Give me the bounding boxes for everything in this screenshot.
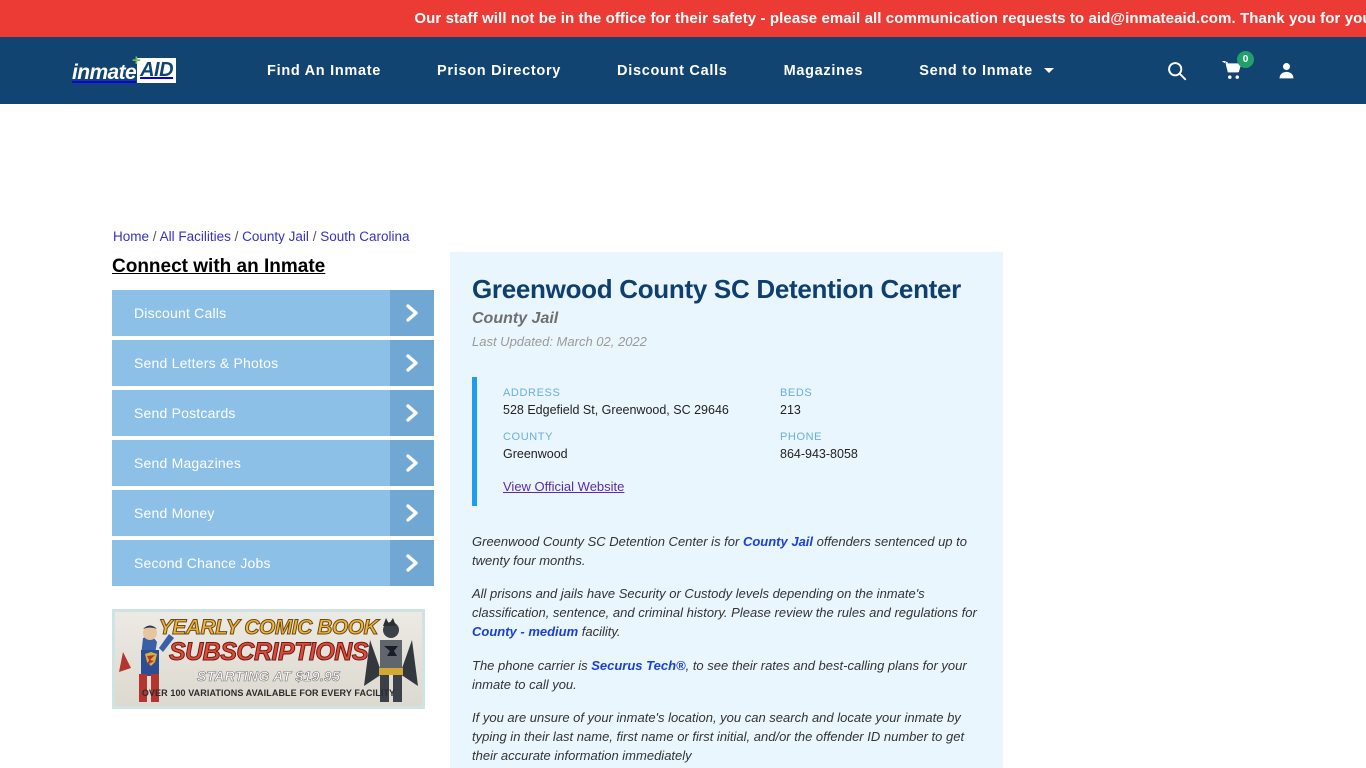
view-official-website-link[interactable]: View Official Website (503, 479, 624, 494)
chevron-right-icon (390, 290, 434, 336)
description-paragraph-4: If you are unsure of your inmate's locat… (472, 709, 965, 763)
description-paragraph-2: All prisons and jails have Security or C… (472, 584, 983, 641)
sidebar: Connect with an Inmate Discount Calls Se… (112, 256, 434, 586)
chevron-right-icon (390, 340, 434, 386)
comic-book-subscription-ad[interactable]: YEARLY COMIC BOOK SUBSCRIPTIONS STARTING… (112, 609, 425, 709)
phone-field: PHONE 864-943-8058 (780, 431, 983, 461)
facility-description: Greenwood County SC Detention Center is … (472, 532, 983, 765)
logo-word: inmate (72, 61, 137, 84)
nav-item-magazines[interactable]: Magazines (756, 63, 892, 79)
search-icon[interactable] (1166, 60, 1187, 81)
breadcrumb-item-south-carolina[interactable]: South Carolina (320, 229, 409, 244)
site-logo[interactable]: inmate AID + (72, 53, 177, 84)
desc-p2-part-b: facility. (578, 624, 621, 640)
nav-item-send-to-inmate[interactable]: Send to Inmate (891, 63, 1081, 79)
description-paragraph-1: Greenwood County SC Detention Center is … (472, 532, 983, 570)
chevron-right-icon (390, 540, 434, 586)
nav-icon-group: 0 (1166, 51, 1296, 81)
sidebar-title: Connect with an Inmate (112, 256, 326, 277)
sidebar-item-label: Send Magazines (134, 455, 242, 471)
breadcrumb-separator: / (312, 229, 317, 244)
county-value: Greenwood (503, 447, 568, 461)
address-value: 528 Edgefield St, Greenwood, SC 29646 (503, 403, 729, 417)
last-updated-text: Last Updated: March 02, 2022 (472, 334, 647, 349)
facility-details-block: ADDRESS 528 Edgefield St, Greenwood, SC … (472, 377, 983, 506)
address-label: ADDRESS (503, 387, 561, 399)
sidebar-item-label: Send Postcards (134, 405, 236, 421)
desc-p2-part-a: All prisons and jails have Security or C… (472, 586, 977, 621)
county-field: COUNTY Greenwood (503, 431, 780, 461)
logo-aid-box: AID (137, 58, 177, 83)
facility-type-label: County Jail (472, 310, 559, 327)
sidebar-item-label: Discount Calls (134, 305, 227, 321)
alert-banner-text: Our staff will not be in the office for … (414, 10, 1366, 27)
beds-field: BEDS 213 (780, 387, 983, 417)
nav-item-prison-directory[interactable]: Prison Directory (409, 63, 589, 79)
facility-info-card: Greenwood County SC Detention Center Cou… (450, 252, 1003, 768)
site-alert-banner: Our staff will not be in the office for … (0, 0, 1366, 37)
sidebar-item-send-letters-photos[interactable]: Send Letters & Photos (112, 340, 434, 386)
sidebar-item-second-chance-jobs[interactable]: Second Chance Jobs (112, 540, 434, 586)
sidebar-item-label: Second Chance Jobs (134, 555, 271, 571)
sidebar-item-label: Send Letters & Photos (134, 355, 279, 371)
chevron-down-icon (1043, 68, 1054, 74)
sidebar-item-send-magazines[interactable]: Send Magazines (112, 440, 434, 486)
nav-item-send-to-inmate-label: Send to Inmate (919, 62, 1033, 79)
ad-price-line: STARTING AT $19.95 (196, 668, 341, 685)
ad-headline-line2: SUBSCRIPTIONS (168, 638, 369, 667)
cart-count-badge: 0 (1237, 51, 1254, 68)
securus-tech-link[interactable]: Securus Tech® (591, 658, 685, 673)
page-content: Home / All Facilities / County Jail / So… (0, 104, 1366, 768)
description-paragraph-3: The phone carrier is Securus Tech®, to s… (472, 656, 983, 694)
user-account-icon[interactable] (1277, 60, 1296, 81)
county-jail-link[interactable]: County Jail (743, 534, 813, 549)
page-title: Greenwood County SC Detention Center (472, 274, 962, 304)
beds-label: BEDS (780, 387, 813, 399)
phone-value: 864-943-8058 (780, 447, 858, 461)
nav-item-discount-calls[interactable]: Discount Calls (589, 63, 756, 79)
ad-headline-line1: YEARLY COMIC BOOK (158, 616, 379, 640)
ad-subtext-line: OVER 100 VARIATIONS AVAILABLE FOR EVERY … (141, 688, 396, 698)
beds-value: 213 (780, 403, 801, 417)
phone-label: PHONE (780, 431, 823, 443)
breadcrumb-separator: / (152, 229, 157, 244)
breadcrumb-separator: / (234, 229, 239, 244)
sidebar-item-send-money[interactable]: Send Money (112, 490, 434, 536)
nav-item-find-an-inmate[interactable]: Find An Inmate (239, 63, 409, 79)
logo-plus-icon: + (132, 52, 141, 69)
breadcrumb: Home / All Facilities / County Jail / So… (113, 229, 410, 244)
chevron-right-icon (390, 390, 434, 436)
desc-p3-part-a: The phone carrier is (472, 657, 592, 673)
sidebar-item-send-postcards[interactable]: Send Postcards (112, 390, 434, 436)
sidebar-item-discount-calls[interactable]: Discount Calls (112, 290, 434, 336)
shopping-cart-icon[interactable]: 0 (1221, 51, 1254, 81)
desc-p1-part-a: Greenwood County SC Detention Center is … (472, 534, 743, 549)
top-navigation-bar: inmate AID + Find An Inmate Prison Direc… (0, 37, 1366, 104)
breadcrumb-item-county-jail[interactable]: County Jail (242, 229, 309, 244)
sidebar-item-label: Send Money (134, 505, 215, 521)
breadcrumb-item-home[interactable]: Home (113, 229, 149, 244)
chevron-right-icon (390, 440, 434, 486)
county-medium-link[interactable]: County - medium (472, 624, 578, 639)
county-label: COUNTY (503, 431, 554, 443)
chevron-right-icon (390, 490, 434, 536)
breadcrumb-item-all-facilities[interactable]: All Facilities (160, 229, 231, 244)
address-field: ADDRESS 528 Edgefield St, Greenwood, SC … (503, 387, 780, 417)
main-menu: Find An Inmate Prison Directory Discount… (239, 63, 1082, 79)
